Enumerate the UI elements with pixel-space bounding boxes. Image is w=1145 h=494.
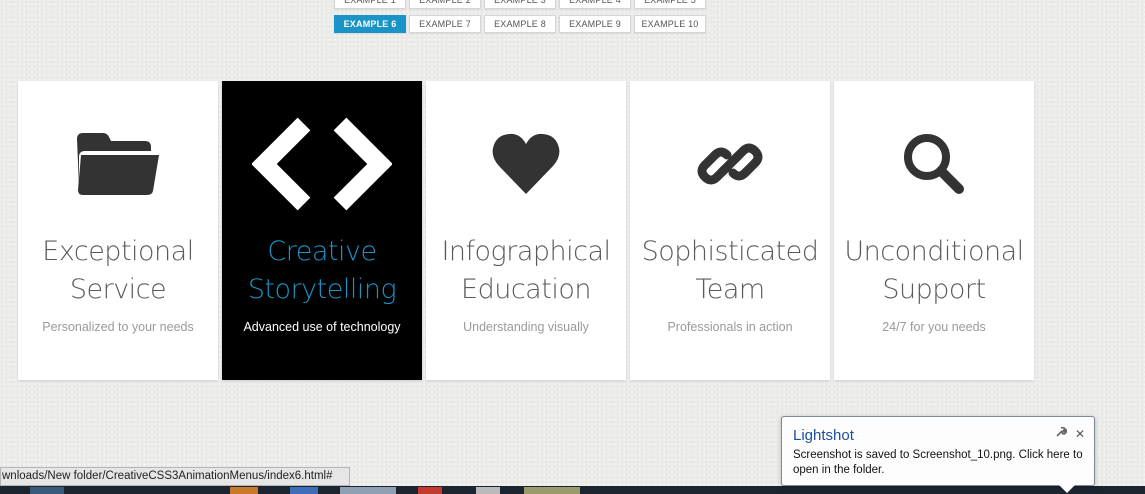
tab-example-8[interactable]: EXAMPLE 8 [484, 15, 556, 33]
taskbar-button[interactable] [290, 487, 318, 494]
menu-item-title: Infographical Education [441, 236, 611, 305]
menu-item-subtitle: Understanding visually [463, 320, 589, 334]
menu-item-infographical-education[interactable]: Infographical Education Understanding vis… [426, 81, 626, 380]
notification-title: Lightshot [793, 427, 854, 444]
menu-item-subtitle: Professionals in action [667, 320, 793, 334]
menu-item-unconditional-support[interactable]: Unconditional Support 24/7 for you needs [834, 81, 1034, 380]
tab-example-4[interactable]: EXAMPLE 4 [559, 0, 631, 9]
taskbar-button[interactable] [418, 487, 442, 494]
taskbar-button[interactable] [524, 487, 580, 494]
menu-item-title: Unconditional Support [844, 236, 1024, 305]
code-brackets-icon [222, 117, 422, 211]
wrench-icon[interactable] [1055, 426, 1067, 441]
feature-menu: Exceptional Service Personalized to your … [18, 81, 1034, 380]
tab-example-9[interactable]: EXAMPLE 9 [559, 15, 631, 33]
menu-item-subtitle: Advanced use of technology [243, 320, 401, 334]
status-bar-url: wnloads/New folder/CreativeCSS3Animation… [0, 467, 350, 486]
menu-item-title: Creative Storytelling [247, 236, 397, 305]
example-tabs-top: EXAMPLE 1 EXAMPLE 2 EXAMPLE 3 EXAMPLE 4 … [334, 0, 706, 9]
taskbar [0, 486, 1145, 494]
heart-icon [426, 119, 626, 209]
menu-item-subtitle: Personalized to your needs [42, 320, 194, 334]
menu-item-creative-storytelling[interactable]: Creative Storytelling Advanced use of tec… [222, 81, 422, 380]
taskbar-button[interactable] [340, 487, 396, 494]
tab-example-6[interactable]: EXAMPLE 6 [334, 15, 406, 33]
tab-example-5[interactable]: EXAMPLE 5 [634, 0, 706, 9]
taskbar-button[interactable] [230, 487, 258, 494]
folder-icon [18, 119, 218, 209]
notification-message[interactable]: Screenshot is saved to Screenshot_10.png… [793, 448, 1089, 478]
tab-example-1[interactable]: EXAMPLE 1 [334, 0, 406, 9]
menu-item-title: Exceptional Service [42, 236, 194, 305]
taskbar-button[interactable] [476, 487, 500, 494]
taskbar-button[interactable] [30, 487, 64, 494]
notification-pointer [1059, 485, 1075, 493]
tab-example-2[interactable]: EXAMPLE 2 [409, 0, 481, 9]
tab-example-10[interactable]: EXAMPLE 10 [634, 15, 706, 33]
menu-item-exceptional-service[interactable]: Exceptional Service Personalized to your … [18, 81, 218, 380]
link-icon [630, 119, 830, 209]
tab-example-7[interactable]: EXAMPLE 7 [409, 15, 481, 33]
tab-example-3[interactable]: EXAMPLE 3 [484, 0, 556, 9]
menu-item-subtitle: 24/7 for you needs [882, 320, 986, 334]
close-icon[interactable]: ✕ [1075, 427, 1085, 441]
notification-controls: ✕ [1055, 426, 1085, 441]
search-icon [834, 119, 1034, 209]
menu-item-sophisticated-team[interactable]: Sophisticated Team Professionals in actio… [630, 81, 830, 380]
menu-item-title: Sophisticated Team [641, 236, 819, 305]
lightshot-notification[interactable]: Lightshot ✕ Screenshot is saved to Scree… [781, 416, 1095, 493]
example-tabs-bottom: EXAMPLE 6 EXAMPLE 7 EXAMPLE 8 EXAMPLE 9 … [334, 15, 706, 33]
